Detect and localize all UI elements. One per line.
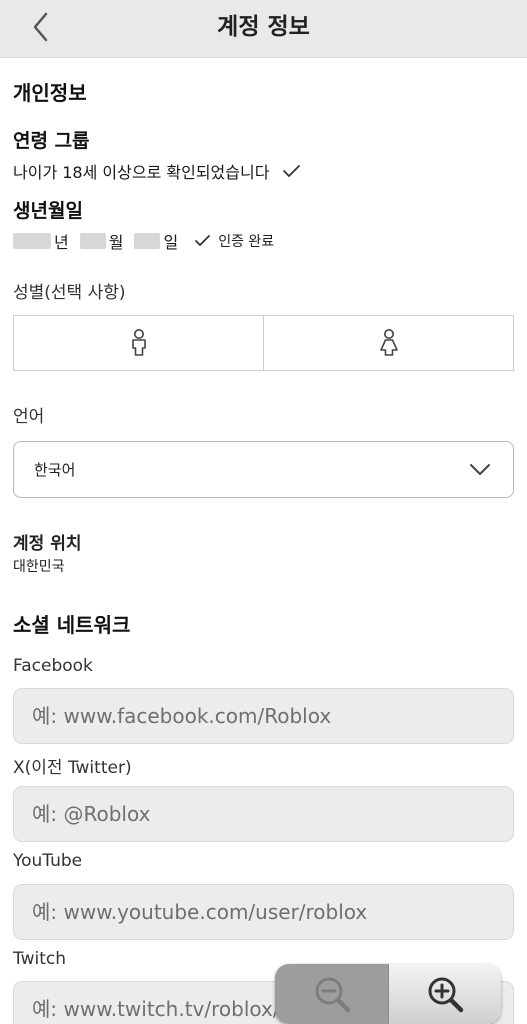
male-icon [131, 329, 146, 356]
facebook-label: Facebook [13, 656, 93, 676]
twitch-label: Twitch [13, 949, 66, 969]
birth-day-unit: 일 [163, 233, 179, 252]
language-dropdown[interactable]: 한국어 [13, 441, 514, 498]
youtube-label: YouTube [13, 851, 83, 871]
zoom-out-button[interactable] [275, 964, 388, 1024]
zoom-control [275, 964, 501, 1024]
age-group-label: 연령 그룹 [13, 130, 90, 152]
birth-year-unit: 년 [54, 233, 69, 252]
redacted-month [79, 233, 106, 249]
account-location-value: 대한민국 [13, 559, 65, 575]
facebook-input[interactable]: 예: www.facebook.com/Roblox [13, 688, 514, 744]
zoom-out-icon [315, 977, 350, 1013]
gender-label: 성별(선택 사항) [13, 283, 126, 303]
zoom-in-button[interactable] [388, 964, 501, 1024]
redacted-day [134, 233, 161, 249]
social-network-heading: 소셜 네트워크 [13, 613, 131, 637]
x-twitter-input[interactable]: 예: @Roblox [13, 786, 514, 842]
gender-option-female[interactable] [263, 316, 513, 370]
top-bar: 계정 정보 [0, 0, 527, 58]
gender-selector [13, 315, 514, 371]
language-selected: 한국어 [34, 461, 76, 479]
personal-info-heading: 개인정보 [13, 81, 87, 105]
language-label: 언어 [13, 407, 45, 427]
redacted-year [13, 233, 51, 249]
x-twitter-label: X(이전 Twitter) [13, 758, 132, 778]
birthdate-label: 생년월일 [13, 200, 83, 222]
birth-month-unit: 월 [108, 233, 124, 252]
female-icon [379, 329, 398, 356]
age-group-row: 나이가 18세 이상으로 확인되었습니다 [13, 159, 303, 183]
birthdate-row: 년 월 일 인증 완료 [13, 229, 274, 253]
account-location-label: 계정 위치 [13, 534, 82, 554]
youtube-input[interactable]: 예: www.youtube.com/user/roblox [13, 884, 514, 940]
chevron-down-icon [470, 464, 490, 475]
zoom-in-icon [428, 977, 464, 1013]
verified-text: 인증 완료 [218, 234, 275, 250]
age-group-value: 나이가 18세 이상으로 확인되었습니다 [13, 163, 270, 182]
gender-option-male[interactable] [14, 316, 263, 370]
page-title: 계정 정보 [217, 14, 310, 40]
checkmark-icon [283, 165, 301, 177]
checkmark-icon [195, 235, 211, 246]
